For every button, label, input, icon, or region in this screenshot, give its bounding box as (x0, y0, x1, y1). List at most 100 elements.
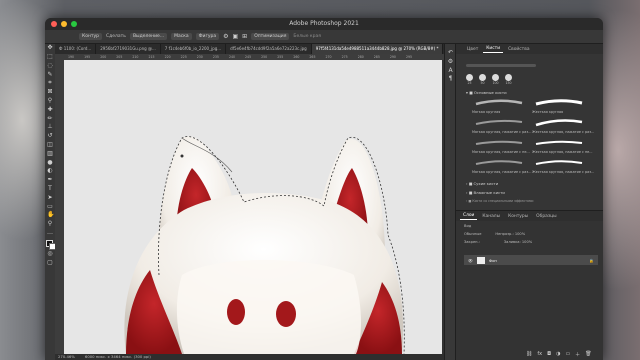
hand-tool-icon[interactable]: ✋ (47, 212, 54, 218)
trash-icon[interactable]: 🗑 (585, 351, 591, 358)
option-make[interactable]: Сделать (106, 34, 126, 39)
gradient-tool-icon[interactable]: ▥ (47, 150, 53, 157)
brush-group-dry[interactable]: › ■ Сухие кисти (466, 181, 498, 186)
recent-brush[interactable]: 50 (479, 74, 486, 85)
stamp-tool-icon[interactable]: ⊥ (47, 124, 53, 130)
option-mask[interactable]: Маска (171, 33, 192, 40)
tab-layers[interactable]: Слои (460, 212, 478, 220)
brush-item[interactable]: Мягкая круглая, нажатие с раз... (472, 170, 531, 174)
zoom-window-button[interactable] (71, 21, 77, 27)
tab-brushes[interactable]: Кисти (483, 45, 504, 53)
brush-item[interactable]: Мягкая круглая, нажатие с не... (472, 150, 530, 154)
layer-thumbnail (476, 256, 485, 264)
eraser-tool-icon[interactable]: ◫ (47, 141, 53, 148)
recent-brush[interactable]: 25 (466, 74, 473, 85)
eye-icon[interactable]: 👁 (468, 258, 473, 263)
move-tool-icon[interactable]: ✥ (47, 45, 53, 51)
option-path[interactable]: Контур (79, 33, 103, 40)
fx-icon[interactable]: fx (537, 351, 542, 358)
eyedropper-tool-icon[interactable]: ⚲ (47, 97, 53, 104)
type-tool-icon[interactable]: T (47, 185, 53, 192)
lock-row: Закреп.: Заливка: 100% (464, 240, 532, 244)
tab-channels[interactable]: Каналы (479, 213, 503, 220)
layer-filter[interactable]: Вид (464, 224, 471, 228)
zoom-tool-icon[interactable]: ⚲ (47, 221, 53, 227)
tab-paths[interactable]: Контуры (505, 213, 531, 220)
recent-brush[interactable]: 150 (505, 74, 512, 85)
brush-item[interactable]: Жесткая круглая, нажатие с раз... (532, 130, 594, 134)
brush-tool-icon[interactable]: ✏ (47, 115, 53, 122)
link-layers-icon[interactable]: ⛓ (526, 351, 532, 358)
close-window-button[interactable] (51, 21, 57, 27)
brush-size-slider[interactable] (466, 64, 536, 67)
frame-tool-icon[interactable]: ⊠ (47, 89, 53, 95)
document-info: 6000 пикс. x 3464 пикс. (300 ppi) (84, 354, 151, 359)
gear-icon[interactable]: ⚙ (223, 33, 228, 40)
layers-panel-tabs: Слои Каналы Контуры Образцы (456, 211, 603, 221)
document-canvas[interactable] (64, 60, 442, 354)
brush-item[interactable]: Жесткая круглая, нажатие с раз... (532, 170, 594, 174)
pen-tool-icon[interactable]: ✒ (47, 177, 53, 183)
align-icon[interactable]: ⊞ (242, 33, 247, 40)
healing-tool-icon[interactable]: ✚ (47, 106, 53, 113)
rectangle-tool-icon[interactable]: ▭ (47, 203, 53, 210)
layer-row[interactable]: 👁 Фон 🔒 (464, 255, 598, 265)
tab-document-2[interactable]: 2956bf2719031Gu.png @... (96, 44, 161, 54)
option-shape[interactable]: Фигура (195, 33, 220, 40)
tab-document-3[interactable]: 7 f1c4eb6f0b_io_2200_jpg... (161, 44, 227, 54)
brush-item[interactable]: Мягкая круглая, нажатие с раз... (472, 130, 531, 134)
new-layer-icon[interactable]: ＋ (575, 351, 580, 358)
layers-panel: Слои Каналы Контуры Образцы Вид Обычные … (456, 210, 603, 360)
quick-select-tool-icon[interactable]: ✎ (47, 71, 53, 78)
path-select-tool-icon[interactable]: ➤ (47, 194, 53, 201)
opacity-label: Непрозр.: (495, 232, 514, 236)
brush-stroke-preview (535, 99, 583, 106)
tab-document-active[interactable]: 97f5f4131da54e4988511a3444b828.jpg @ 270… (311, 44, 444, 54)
option-optimization[interactable]: Оптимизация (251, 33, 290, 40)
brush-item[interactable]: Жесткая круглая, нажатие с не... (532, 150, 593, 154)
group-icon[interactable]: ▭ (565, 351, 570, 358)
character-panel-icon[interactable]: A (448, 67, 454, 74)
tab-document-4[interactable]: df5e6e4fb74cdd9f2a5a6e72a223c.jpg (226, 44, 312, 54)
history-brush-tool-icon[interactable]: ↺ (47, 133, 53, 139)
quick-mask-icon[interactable]: ◎ (47, 250, 53, 257)
lasso-tool-icon[interactable]: ◌ (47, 62, 53, 69)
tab-swatches[interactable]: Образцы (533, 213, 559, 220)
paragraph-panel-icon[interactable]: ¶ (448, 76, 454, 82)
brush-group-wet[interactable]: › ■ Влажные кисти (466, 190, 505, 195)
tab-properties[interactable]: Свойства (505, 46, 532, 53)
screen-mode-icon[interactable]: ▢ (47, 259, 53, 266)
marquee-tool-icon[interactable]: ⬚ (47, 53, 53, 60)
zoom-level[interactable]: 270.46% (58, 354, 75, 360)
blur-tool-icon[interactable]: ● (47, 159, 53, 166)
minimize-window-button[interactable] (61, 21, 67, 27)
options-bar: Контур Сделать Выделение... Маска Фигура… (45, 30, 603, 44)
tab-color[interactable]: Цвет (464, 46, 481, 53)
blend-row: Обычные Непрозр.: 100% (464, 232, 525, 236)
option-selection[interactable]: Выделение... (129, 33, 168, 40)
opacity-value[interactable]: 100% (515, 232, 525, 236)
adjustment-icon[interactable]: ◑ (556, 351, 560, 358)
crop-tool-icon[interactable]: ⌗ (47, 80, 53, 86)
recent-brushes: 25 50 100 150 (466, 74, 512, 85)
fill-label: Заливка: (503, 240, 521, 244)
tab-document-1[interactable]: Ф 1100: (Cord... (55, 44, 97, 54)
properties-panel-icon[interactable]: ⚙ (448, 58, 454, 65)
more-tools-icon[interactable]: … (47, 229, 53, 236)
brush-group-effects[interactable]: › ■ Кисти со специальными эффектами (466, 199, 533, 203)
path-ops-icon[interactable]: ▣ (233, 33, 239, 40)
brush-group-main[interactable]: ▾ ■ Основные кисти (466, 90, 507, 95)
option-white-edges[interactable]: Белые края (293, 34, 321, 39)
recent-brush[interactable]: 100 (492, 74, 499, 85)
vertical-ruler (55, 54, 64, 354)
brush-item[interactable]: Жесткая круглая (532, 110, 563, 114)
dodge-tool-icon[interactable]: ◐ (47, 168, 53, 174)
brush-item[interactable]: Мягкая круглая (472, 110, 500, 114)
blend-mode-select[interactable]: Обычные (464, 232, 481, 236)
fill-value[interactable]: 100% (522, 240, 532, 244)
layer-name[interactable]: Фон (489, 258, 497, 263)
history-panel-icon[interactable]: ↶ (448, 50, 454, 56)
title-bar: Adobe Photoshop 2021 (45, 18, 603, 30)
color-swatches[interactable] (45, 239, 56, 250)
mask-icon[interactable]: ◘ (547, 351, 551, 358)
